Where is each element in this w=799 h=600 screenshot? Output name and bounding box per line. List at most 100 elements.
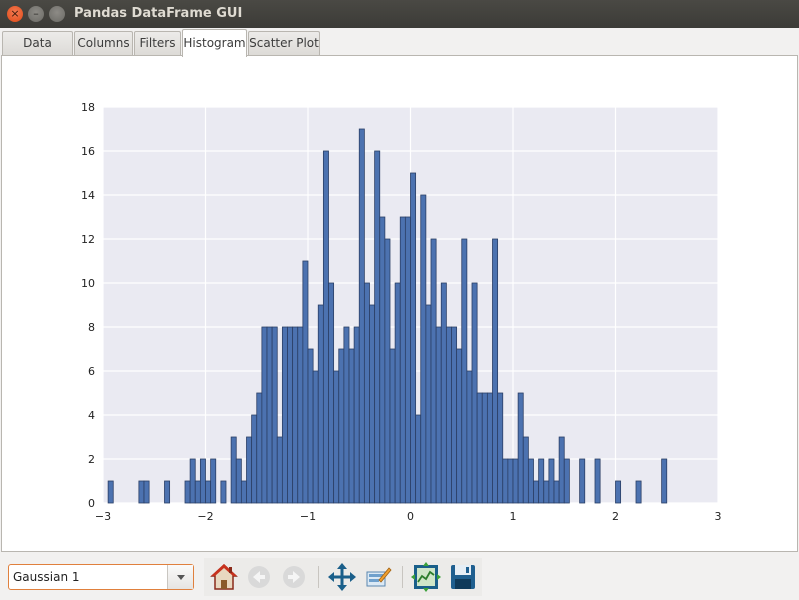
zoom-button[interactable] — [363, 562, 393, 592]
home-button[interactable] — [209, 562, 239, 592]
y-tick-label: 0 — [88, 497, 95, 510]
plot-toolbar — [204, 558, 482, 596]
histogram-bar — [322, 150, 329, 504]
x-tick-label: 1 — [510, 510, 517, 523]
x-tick-label: −3 — [95, 510, 111, 523]
histogram-bar — [635, 480, 642, 504]
histogram-bar — [358, 128, 365, 504]
histogram-bar — [497, 392, 504, 504]
home-icon — [210, 563, 238, 590]
toolbar-separator — [318, 566, 319, 588]
histogram-chart[interactable]: −3 −2 −1 0 1 2 3 024681012141618 — [2, 56, 797, 551]
histogram-bar — [333, 370, 340, 504]
maximize-window-button[interactable] — [49, 6, 65, 22]
histogram-bar — [143, 480, 150, 504]
histogram-bar — [415, 414, 422, 504]
tab-columns[interactable]: Columns — [74, 31, 133, 56]
histogram-bar — [389, 348, 396, 504]
histogram-bar — [481, 392, 488, 504]
y-tick-label: 16 — [81, 145, 95, 158]
histogram-bar — [492, 238, 499, 504]
save-button[interactable] — [448, 562, 478, 592]
histogram-bar — [184, 480, 191, 504]
histogram-bar — [527, 458, 534, 504]
tab-histogram[interactable]: Histogram — [182, 29, 247, 57]
minimize-icon: – — [33, 7, 39, 20]
forward-button[interactable] — [279, 562, 309, 592]
bottom-bar: Gaussian 1 — [0, 553, 799, 600]
histogram-bar — [394, 282, 401, 504]
histogram-bar — [194, 480, 201, 504]
y-tick-label: 4 — [88, 409, 95, 422]
x-tick-label: 3 — [715, 510, 722, 523]
x-tick-label: −2 — [197, 510, 213, 523]
histogram-bar — [138, 480, 145, 504]
title-bar: × – Pandas DataFrame GUI — [0, 0, 799, 28]
histogram-bar — [343, 326, 350, 504]
zoom-icon — [366, 567, 392, 587]
pan-button[interactable] — [327, 562, 357, 592]
histogram-bar — [476, 392, 483, 504]
save-icon — [451, 565, 475, 589]
y-tick-label: 18 — [81, 101, 95, 114]
configure-subplots-button[interactable] — [411, 562, 441, 592]
histogram-bar — [404, 216, 411, 504]
histogram-bar — [369, 304, 376, 504]
column-select-value: Gaussian 1 — [13, 570, 80, 584]
histogram-bar — [471, 282, 478, 504]
pan-icon — [328, 563, 356, 591]
column-select-combobox[interactable]: Gaussian 1 — [8, 564, 194, 590]
histogram-bar — [615, 480, 622, 504]
histogram-bar — [533, 480, 540, 504]
histogram-bar — [579, 458, 586, 504]
tab-bar: Data Frame Columns Filters Histogram Sca… — [0, 29, 799, 73]
minimize-window-button[interactable]: – — [28, 6, 44, 22]
histogram-panel: −3 −2 −1 0 1 2 3 0 2 4 6 8 10 12 14 16 18 — [1, 55, 798, 552]
y-tick-label: 8 — [88, 321, 95, 334]
histogram-bar — [297, 326, 304, 504]
forward-arrow-icon — [283, 566, 305, 588]
y-tick-label: 6 — [88, 365, 95, 378]
close-icon: × — [10, 7, 20, 20]
histogram-bar — [287, 326, 294, 504]
histogram-bar — [205, 480, 212, 504]
chevron-down-icon[interactable] — [167, 565, 193, 589]
histogram-bar — [594, 458, 601, 504]
histogram-bar — [445, 326, 452, 504]
tab-scatter-plot[interactable]: Scatter Plot — [248, 31, 320, 56]
histogram-bar — [440, 282, 447, 504]
histogram-bar — [502, 458, 509, 504]
histogram-bar — [384, 238, 391, 504]
histogram-bar — [461, 238, 468, 504]
histogram-bar — [317, 304, 324, 504]
y-tick-label: 2 — [88, 453, 95, 466]
back-button[interactable] — [244, 562, 274, 592]
histogram-bar — [543, 480, 550, 504]
histogram-bar — [164, 480, 171, 504]
histogram-bar — [563, 458, 570, 504]
histogram-bar — [410, 172, 417, 504]
window-title: Pandas DataFrame GUI — [74, 6, 243, 21]
back-arrow-icon — [248, 566, 270, 588]
x-tick-labels: −3 −2 −1 0 1 2 3 — [95, 510, 722, 523]
histogram-bar — [661, 458, 668, 504]
close-window-button[interactable]: × — [7, 6, 23, 22]
histogram-bar — [466, 370, 473, 504]
histogram-bar — [251, 414, 258, 504]
histogram-bar — [456, 348, 463, 504]
histogram-bar — [240, 480, 247, 504]
x-tick-label: −1 — [300, 510, 316, 523]
y-tick-label: 10 — [81, 277, 95, 290]
histogram-bar — [338, 348, 345, 504]
histogram-bar — [548, 458, 555, 504]
tab-filters[interactable]: Filters — [134, 31, 181, 56]
histogram-bar — [307, 348, 314, 504]
subplots-icon — [411, 562, 441, 592]
tab-data-frame[interactable]: Data Frame — [2, 31, 73, 73]
histogram-bar — [553, 480, 560, 504]
histogram-bar — [348, 348, 355, 504]
histogram-bar — [451, 326, 458, 504]
histogram-bar — [435, 326, 442, 504]
histogram-bar — [189, 458, 196, 504]
histogram-bar — [220, 480, 227, 504]
